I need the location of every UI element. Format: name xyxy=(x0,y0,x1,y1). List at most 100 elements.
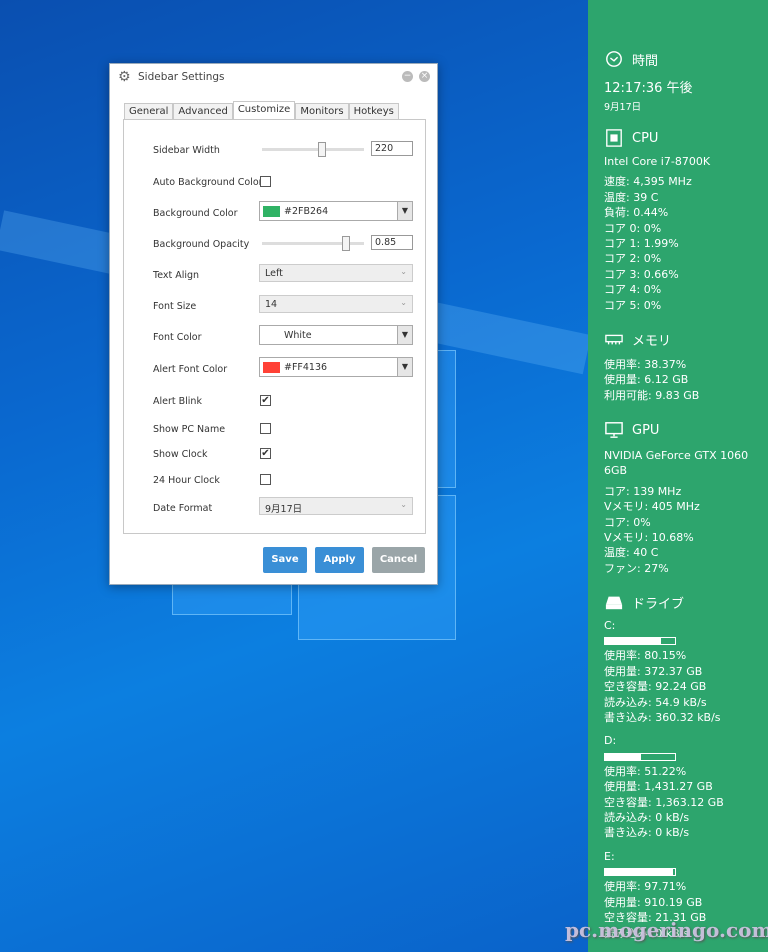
slider-thumb[interactable] xyxy=(341,236,350,251)
minimize-icon[interactable]: − xyxy=(402,71,413,82)
chevron-down-icon[interactable]: ▼ xyxy=(397,202,412,220)
section-title: ドライブ xyxy=(632,596,685,612)
cpu-stat: 速度: 4,395 MHz xyxy=(604,175,692,189)
monitor-icon xyxy=(605,422,623,438)
show-clock-checkbox[interactable]: ✔ xyxy=(260,448,271,459)
text-align-value: Left xyxy=(265,268,283,279)
date-format-label: Date Format xyxy=(153,503,213,514)
font-color-value: White xyxy=(284,330,312,341)
alert-blink-label: Alert Blink xyxy=(153,396,202,407)
close-icon[interactable]: × xyxy=(419,71,430,82)
section-header: GPU xyxy=(604,420,764,440)
text-align-select[interactable]: Left ⌄ xyxy=(259,264,413,282)
chevron-down-icon[interactable]: ▼ xyxy=(397,326,412,344)
drive-stat: 読み込み: 0 kB/s xyxy=(604,811,690,825)
gpu-stat: Vメモリ: 10.68% xyxy=(604,531,694,545)
clock-date: 9月17日 xyxy=(604,102,642,113)
cpu-stat: 温度: 39 C xyxy=(604,190,659,204)
font-color-picker[interactable]: White ▼ xyxy=(259,325,413,345)
auto-bg-label: Auto Background Color xyxy=(153,177,263,188)
section-header: CPU xyxy=(604,128,710,148)
customize-panel: Sidebar Width 220 Auto Background Color … xyxy=(123,119,426,534)
section-title: メモリ xyxy=(632,333,672,349)
hour24-checkbox[interactable] xyxy=(260,474,271,485)
sidebar-width-input[interactable]: 220 xyxy=(371,141,413,156)
section-title: 時間 xyxy=(632,53,659,69)
drive-stat: 書き込み: 360.32 kB/s xyxy=(604,711,721,725)
bg-opacity-label: Background Opacity xyxy=(153,239,250,250)
drive-item: C: 使用率: 80.15% 使用量: 372.37 GB 空き容量: 92.24 G… xyxy=(604,618,724,725)
gpu-stat: Vメモリ: 405 MHz xyxy=(604,500,700,514)
cpu-stat: コア 4: 0% xyxy=(604,283,662,297)
tab-advanced[interactable]: Advanced xyxy=(173,103,233,120)
drive-usage-bar xyxy=(604,868,676,877)
drive-stat: 空き容量: 92.24 GB xyxy=(604,680,707,694)
sidebar-monitor: 時間 12:17:36 午後 9月17日 CPU Intel Core i7-8… xyxy=(588,0,768,952)
auto-bg-checkbox[interactable] xyxy=(260,176,271,187)
alert-color-picker[interactable]: #FF4136 ▼ xyxy=(259,357,413,377)
chevron-down-icon: ⌄ xyxy=(400,298,407,307)
drive-stat: 使用量: 910.19 GB xyxy=(604,895,703,909)
gear-icon: ⚙ xyxy=(118,69,131,85)
section-title: GPU xyxy=(632,422,660,438)
cancel-button[interactable]: Cancel xyxy=(372,547,425,573)
date-format-value: 9月17日 xyxy=(265,504,303,515)
chevron-down-icon: ⌄ xyxy=(400,500,407,509)
cpu-stat: コア 0: 0% xyxy=(604,221,662,235)
font-size-label: Font Size xyxy=(153,301,197,312)
gpu-stat: 温度: 40 C xyxy=(604,546,659,560)
gpu-model: NVIDIA GeForce GTX 1060 6GB xyxy=(604,449,749,478)
drive-stat: 書き込み: 0 kB/s xyxy=(604,826,690,840)
cpu-stat: コア 5: 0% xyxy=(604,298,662,312)
tab-monitors[interactable]: Monitors xyxy=(295,103,349,120)
cpu-model: Intel Core i7-8700K xyxy=(604,155,711,168)
color-swatch xyxy=(263,362,280,373)
bg-color-picker[interactable]: #2FB264 ▼ xyxy=(259,201,413,221)
alert-blink-checkbox[interactable]: ✔ xyxy=(260,395,271,406)
clock-icon xyxy=(606,51,622,67)
drive-usage-fill xyxy=(605,638,662,645)
tab-hotkeys[interactable]: Hotkeys xyxy=(348,103,399,120)
drive-stat: 空き容量: 1,363.12 GB xyxy=(604,795,724,809)
gpu-stat: コア: 0% xyxy=(604,515,651,529)
bg-opacity-input[interactable]: 0.85 xyxy=(371,235,413,250)
cpu-stat: コア 3: 0.66% xyxy=(604,267,679,281)
section-title: CPU xyxy=(632,130,659,146)
tab-general[interactable]: General xyxy=(124,103,174,120)
drive-usage-fill xyxy=(605,869,674,876)
drive-item: D: 使用率: 51.22% 使用量: 1,431.27 GB 空き容量: 1,363… xyxy=(604,733,724,840)
gpu-section: GPU NVIDIA GeForce GTX 1060 6GB コア: 139 … xyxy=(604,420,764,576)
font-size-select[interactable]: 14 ⌄ xyxy=(259,295,413,313)
dialog-title: Sidebar Settings xyxy=(138,71,225,83)
show-clock-label: Show Clock xyxy=(153,449,208,460)
drive-stat: 使用率: 97.71% xyxy=(604,880,687,894)
bg-color-label: Background Color xyxy=(153,208,238,219)
show-pc-name-label: Show PC Name xyxy=(153,424,226,435)
watermark: pc.mogeringo.com xyxy=(565,918,768,942)
date-format-select[interactable]: 9月17日 ⌄ xyxy=(259,497,413,515)
cpu-stat: 負荷: 0.44% xyxy=(604,206,669,220)
title-bar[interactable]: ⚙ Sidebar Settings − × xyxy=(110,64,437,90)
gpu-stat: ファン: 27% xyxy=(604,561,669,575)
text-align-label: Text Align xyxy=(153,270,200,281)
drive-stat: 使用量: 372.37 GB xyxy=(604,664,703,678)
save-button[interactable]: Save xyxy=(263,547,307,573)
alert-color-value: #FF4136 xyxy=(284,362,328,373)
gpu-stat: コア: 139 MHz xyxy=(604,484,682,498)
chevron-down-icon[interactable]: ▼ xyxy=(397,358,412,376)
drive-name: D: xyxy=(604,734,617,748)
memory-stat: 利用可能: 9.83 GB xyxy=(604,388,700,402)
apply-button[interactable]: Apply xyxy=(315,547,364,573)
settings-dialog: ⚙ Sidebar Settings − × General Advanced … xyxy=(109,63,438,585)
tab-customize[interactable]: Customize xyxy=(232,101,296,119)
memory-stat: 使用量: 6.12 GB xyxy=(604,373,689,387)
alert-color-label: Alert Font Color xyxy=(153,364,228,375)
drive-name: C: xyxy=(604,619,616,632)
bg-color-value: #2FB264 xyxy=(284,206,329,217)
bg-opacity-slider[interactable] xyxy=(262,236,364,251)
drive-usage-bar xyxy=(604,752,676,761)
memory-stat: 使用率: 38.37% xyxy=(604,358,687,371)
sidebar-width-slider[interactable] xyxy=(262,142,364,157)
show-pc-name-checkbox[interactable] xyxy=(260,423,271,434)
slider-thumb[interactable] xyxy=(318,142,327,157)
